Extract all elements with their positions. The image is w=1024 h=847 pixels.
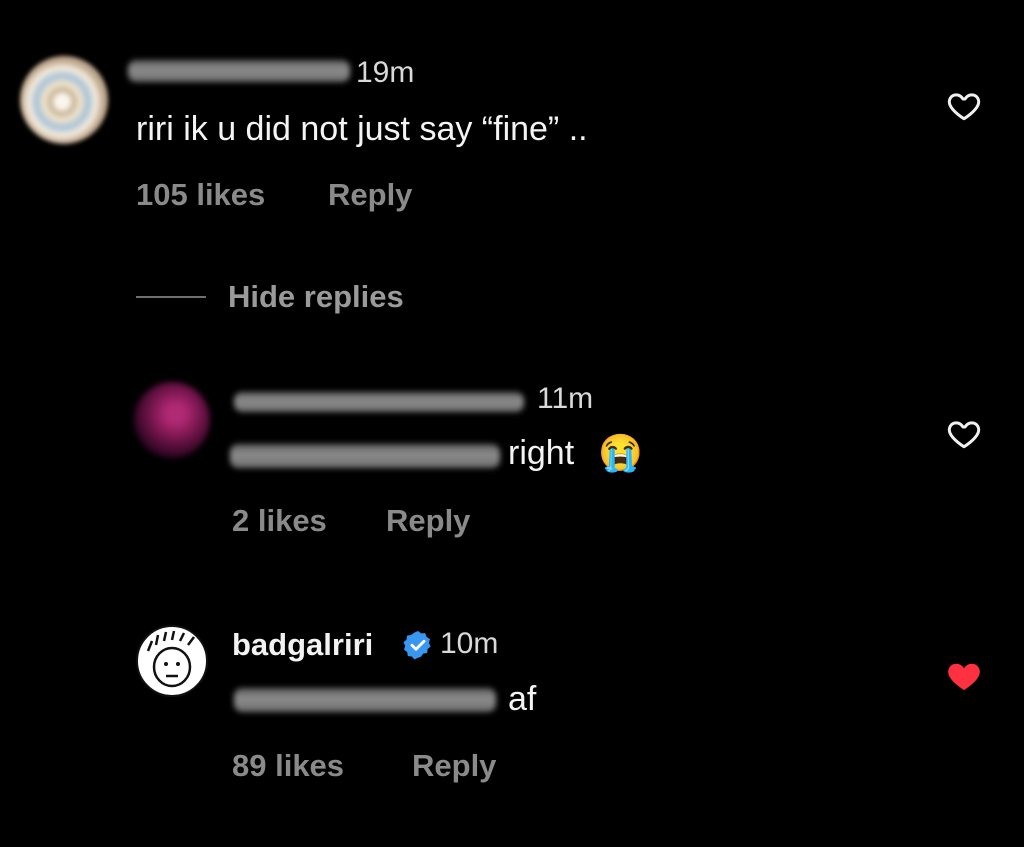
crying-face-emoji: 😭 xyxy=(598,432,643,473)
username-badgalriri[interactable]: badgalriri xyxy=(232,627,373,663)
reply-button-1[interactable]: Reply xyxy=(328,177,412,213)
reply-button-3[interactable]: Reply xyxy=(412,748,496,784)
redacted-username-2 xyxy=(234,392,524,412)
like-count-1[interactable]: 105 likes xyxy=(136,177,265,213)
doodle-face-icon xyxy=(146,630,195,688)
badgalriri-avatar[interactable] xyxy=(136,625,208,697)
hide-replies-button[interactable]: Hide replies xyxy=(228,279,404,315)
comment-timestamp-1: 19m xyxy=(356,56,415,89)
redacted-mention-3 xyxy=(234,688,496,712)
redacted-mention-2 xyxy=(230,444,500,468)
reply-button-2[interactable]: Reply xyxy=(386,503,470,539)
comment-text-2: right xyxy=(508,434,575,472)
heart-outline-icon[interactable] xyxy=(946,88,982,124)
commenter-avatar-1[interactable] xyxy=(20,56,108,144)
commenter-avatar-2[interactable] xyxy=(134,382,210,458)
verified-badge-icon xyxy=(403,631,431,660)
comment-text-1: riri ik u did not just say “fine” .. xyxy=(136,110,588,148)
heart-outline-icon[interactable] xyxy=(946,416,982,452)
redacted-username-1 xyxy=(128,60,350,82)
replies-divider-line xyxy=(136,296,206,298)
comment-text-3: af xyxy=(508,680,537,718)
like-count-2[interactable]: 2 likes xyxy=(232,503,327,539)
heart-filled-icon[interactable] xyxy=(946,658,982,694)
comment-timestamp-2: 11m xyxy=(537,382,594,415)
comment-timestamp-3: 10m xyxy=(440,627,499,660)
like-count-3[interactable]: 89 likes xyxy=(232,748,344,784)
